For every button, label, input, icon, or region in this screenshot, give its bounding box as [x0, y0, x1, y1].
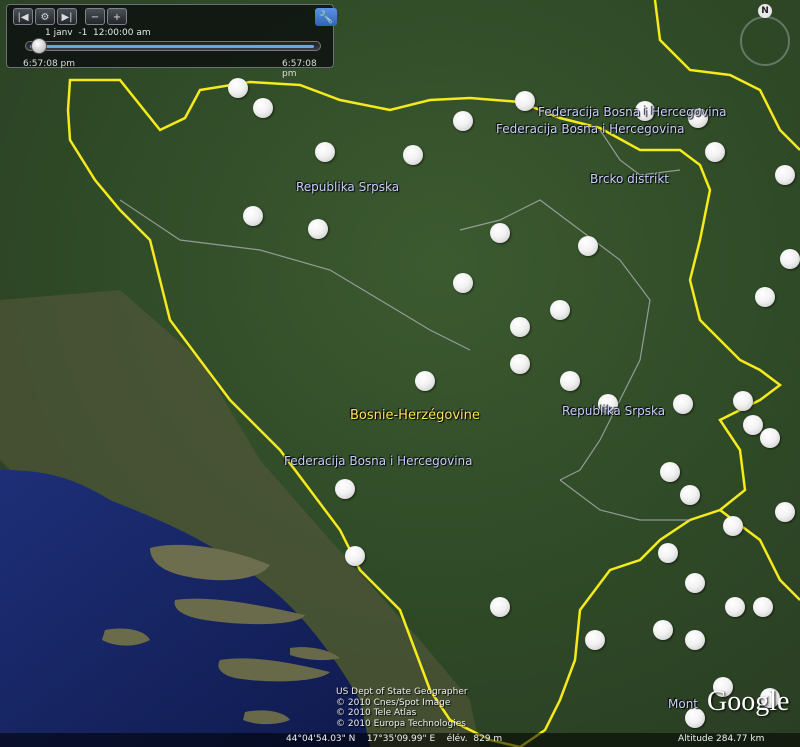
placemark-icon[interactable] [732, 391, 753, 412]
placemark-icon[interactable] [415, 370, 435, 391]
map-view[interactable]: |◀ ⚙ ▶| − + 🔧 1 janv -1 12:00:00 am 6:57… [0, 0, 800, 747]
pointer-coordinates: 44°04'54.03" N 17°35'09.99" E élév. 829 … [286, 734, 503, 744]
map-credits: US Dept of State Geographer © 2010 Cnes/… [336, 687, 468, 729]
zoom-out-icon[interactable]: − [85, 8, 105, 25]
placemark-icon[interactable] [577, 236, 598, 256]
region-label-federacija-2: Federacija Bosna i Hercegovina [496, 122, 685, 136]
country-label: Bosnie-Herzégovine [350, 408, 480, 423]
placemark-icon[interactable] [510, 353, 530, 374]
gear-icon[interactable]: ⚙ [35, 8, 55, 25]
credit-line: © 2010 Cnes/Spot Image [336, 697, 451, 708]
placemark-icon[interactable] [725, 596, 745, 617]
placemark-icon[interactable] [755, 286, 775, 307]
placemark-icon[interactable] [242, 205, 263, 226]
credit-line: © 2010 Tele Atlas [336, 708, 417, 718]
placemark-icon[interactable] [672, 394, 693, 415]
region-label-federacija-1: Federacija Bosna i Hercegovina [538, 105, 727, 119]
region-label-brcko: Brcko distrikt [590, 172, 670, 186]
placemark-icon[interactable] [335, 478, 355, 499]
look-ring[interactable] [740, 16, 790, 66]
placemark-icon[interactable] [657, 542, 678, 563]
skip-back-button[interactable]: |◀ [13, 8, 33, 25]
time-end-label: 6:57:08 pm [282, 59, 317, 79]
credit-line: US Dept of State Geographer [336, 687, 468, 697]
placemark-icon[interactable] [402, 145, 423, 166]
placemark-icon[interactable] [490, 596, 510, 617]
placemark-icon[interactable] [227, 77, 248, 98]
placemark-icon[interactable] [752, 596, 773, 617]
placemark-icon[interactable] [722, 515, 743, 536]
wrench-icon[interactable]: 🔧 [315, 8, 337, 26]
placemark-icon[interactable] [560, 370, 580, 391]
north-icon[interactable]: N [758, 4, 772, 18]
placemark-icon[interactable] [490, 222, 510, 243]
placemark-icon[interactable] [315, 141, 335, 162]
time-slider-panel: |◀ ⚙ ▶| − + 🔧 1 janv -1 12:00:00 am 6:57… [6, 4, 337, 79]
placemark-icon[interactable] [652, 620, 673, 641]
google-logo: Google [707, 686, 790, 717]
placemark-icon[interactable] [252, 97, 273, 118]
current-time-label: 1 janv -1 12:00:00 am [45, 28, 151, 38]
placemark-icon[interactable] [452, 111, 473, 132]
time-slider-handle[interactable] [31, 38, 47, 54]
time-start-label: 6:57:08 pm [23, 59, 76, 69]
time-slider-track[interactable] [25, 41, 321, 51]
region-label-republika-srpska-east: Republika Srpska [562, 404, 666, 418]
placemark-icon[interactable] [452, 273, 473, 294]
placemark-icon[interactable] [510, 316, 530, 337]
placemark-icon[interactable] [550, 300, 570, 321]
zoom-in-icon[interactable]: + [107, 8, 127, 25]
placemark-icon[interactable] [705, 141, 725, 162]
region-label-federacija-south: Federacija Bosna i Hercegovina [284, 454, 473, 468]
status-bar: 44°04'54.03" N 17°35'09.99" E élév. 829 … [0, 733, 800, 747]
placemark-icon[interactable] [685, 573, 705, 593]
placemark-icon[interactable] [660, 461, 680, 482]
placemark-icon[interactable] [515, 91, 535, 112]
navigation-controls[interactable]: N [734, 4, 796, 66]
placemark-icon[interactable] [345, 546, 365, 567]
credit-line: © 2010 Europa Technologies [336, 718, 466, 729]
placemark-icon[interactable] [742, 414, 763, 435]
step-forward-button[interactable]: ▶| [57, 8, 77, 25]
placemark-icon[interactable] [760, 428, 780, 449]
region-label-mont: Mont [668, 697, 699, 711]
eye-altitude: Altitude 284.77 km [678, 734, 765, 744]
region-label-republika-srpska: Republika Srpska [296, 180, 400, 194]
placemark-icon[interactable] [307, 219, 328, 240]
